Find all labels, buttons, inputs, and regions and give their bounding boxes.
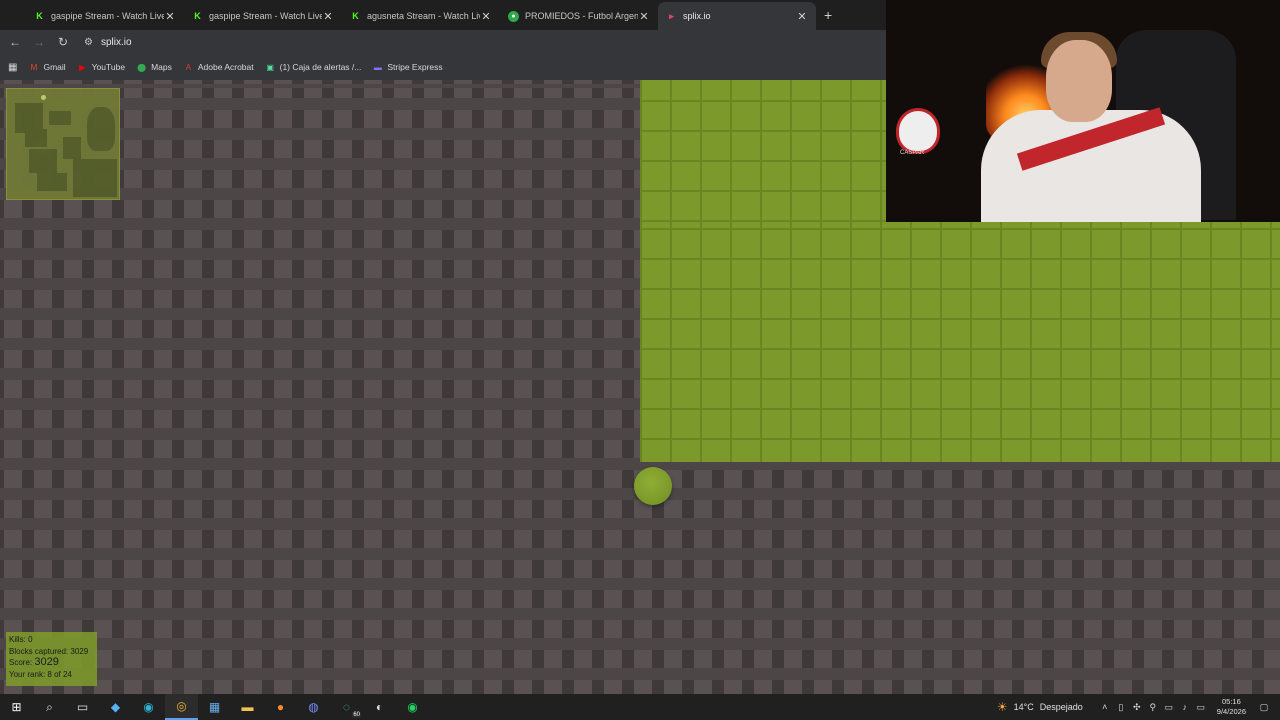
microphone-icon[interactable]: ⚲ (1145, 702, 1161, 713)
bookmark-stripe[interactable]: ▬ Stripe Express (373, 62, 443, 72)
browser-toolbar: ← → ↻ ⚙ splix.io (0, 30, 886, 54)
file-explorer-icon[interactable]: ▬ (231, 694, 264, 720)
bookmarks-bar: ▦ M Gmail ▶ YouTube ⬤ Maps A Adobe Acrob… (0, 54, 886, 80)
display-icon[interactable]: ▭ (1193, 702, 1209, 713)
player-territory (640, 80, 886, 222)
close-icon[interactable]: ✕ (322, 10, 334, 23)
tab-gaspipe-2[interactable]: K gaspipe Stream - Watch Live on ✕ (184, 2, 342, 30)
tab-agusneta[interactable]: K agusneta Stream - Watch Live o ✕ (342, 2, 500, 30)
player-blob (634, 467, 672, 505)
rank-value: 8 of 24 (47, 669, 72, 679)
weather-widget[interactable]: ☀ 14°C Despejado (997, 700, 1083, 714)
task-view-icon[interactable]: ▭ (66, 694, 99, 720)
youtube-icon: ▶ (79, 62, 86, 72)
score-value: 3029 (34, 656, 59, 668)
store-icon[interactable]: ▦ (198, 694, 231, 720)
tab-title: agusneta Stream - Watch Live o (367, 11, 480, 21)
close-icon[interactable]: ✕ (796, 10, 808, 23)
tab-gaspipe-1[interactable]: K gaspipe Stream - Watch Live on ✕ (26, 2, 184, 30)
badge-text: CASPAR (900, 150, 925, 156)
kick-icon: K (194, 11, 201, 21)
chrome-icon[interactable]: ◎ (165, 694, 198, 720)
battery-icon[interactable]: ▭ (1161, 702, 1177, 713)
screen: K gaspipe Stream - Watch Live on ✕ K gas… (0, 0, 1280, 720)
chevron-up-icon[interactable]: ˄ (1097, 702, 1113, 712)
streamer-face (1046, 40, 1112, 122)
close-icon[interactable]: ✕ (480, 10, 492, 23)
bookmark-gmail[interactable]: M Gmail (29, 62, 66, 72)
close-icon[interactable]: ✕ (164, 10, 176, 23)
clock[interactable]: 05:16 9/4/2026 (1217, 697, 1246, 717)
copilot-icon[interactable]: ◆ (99, 694, 132, 720)
back-button[interactable]: ← (6, 33, 24, 51)
tab-title: PROMIEDOS - Futbol Argentino (525, 11, 638, 21)
rank-row: Your rank: 8 of 24 (9, 669, 72, 679)
acrobat-icon: A (185, 62, 192, 72)
minimap (6, 88, 120, 200)
player-territory (640, 222, 1280, 462)
address-text: splix.io (100, 36, 132, 48)
bookmark-label: YouTube (91, 62, 126, 72)
obs-icon[interactable]: ◐ (363, 694, 396, 720)
minimap-player-dot (41, 95, 46, 100)
system-tray: ☀ 14°C Despejado ˄ ▯ ✣ ⚲ ▭ ♪ ▭ 05:16 9/4… (997, 694, 1280, 720)
score-row: Score: 3029 (9, 656, 59, 668)
tab-title: splix.io (683, 11, 711, 21)
webcam-overlay: CASPAR (886, 0, 1280, 222)
tab-splix[interactable]: ▸ splix.io ✕ (658, 2, 816, 30)
weather-sun-icon: ☀ (996, 700, 1008, 714)
maps-icon: ⬤ (137, 62, 147, 72)
alerts-icon: ▣ (266, 62, 274, 72)
edge-icon[interactable]: ◉ (132, 694, 165, 720)
stats-panel: Kills: 0 Blocks captured: 3029 Score: 30… (6, 632, 97, 686)
weather-temp: 14°C (1013, 702, 1034, 712)
spotify-icon[interactable]: ◉ (396, 694, 429, 720)
splix-icon: ▸ (669, 10, 674, 21)
apps-icon[interactable]: ▦ (8, 62, 17, 73)
notifications-icon[interactable]: ▢ (1256, 702, 1272, 713)
blocks-value: 3029 (70, 646, 89, 656)
club-crest-icon (896, 108, 940, 154)
tab-promiedos[interactable]: ● PROMIEDOS - Futbol Argentino ✕ (500, 2, 658, 30)
stripe-icon: ▬ (373, 62, 382, 72)
search-icon[interactable]: ⌕ (33, 694, 66, 720)
bookmark-label: Adobe Acrobat (197, 62, 254, 72)
windows-start-icon[interactable]: ⊞ (0, 694, 33, 720)
volume-icon[interactable]: ♪ (1177, 702, 1193, 712)
site-info-icon[interactable]: ⚙ (84, 37, 93, 48)
kills-value: 0 (28, 635, 33, 644)
bookmark-maps[interactable]: ⬤ Maps (137, 62, 172, 72)
gmail-icon: M (30, 62, 38, 72)
clock-date: 9/4/2026 (1216, 707, 1246, 716)
network-icon[interactable]: ✣ (1129, 702, 1145, 713)
bookmark-label: (1) Caja de alertas /... (279, 62, 362, 72)
bookmark-alerts[interactable]: ▣ (1) Caja de alertas /... (266, 62, 362, 72)
kick-icon: K (36, 11, 43, 21)
whatsapp-icon[interactable]: ◌ 60 (330, 694, 363, 720)
forward-button[interactable]: → (30, 33, 48, 51)
discord-icon[interactable]: ◍ (297, 694, 330, 720)
streamer-shirt (981, 110, 1201, 222)
new-tab-button[interactable]: + (824, 7, 832, 23)
bookmark-label: Maps (151, 62, 172, 72)
clock-time: 05:16 (1222, 697, 1241, 706)
whatsapp-badge: 60 (352, 712, 361, 718)
tab-title: gaspipe Stream - Watch Live on (51, 11, 164, 21)
firefox-icon[interactable]: ● (264, 694, 297, 720)
close-icon[interactable]: ✕ (638, 10, 650, 23)
kills-row: Kills: 0 (9, 635, 33, 644)
taskbar: ⊞ ⌕ ▭ ◆ ◉ ◎ ▦ ▬ ● ◍ ◌ 60 ◐ ◉ ☀ 14°C Despe… (0, 694, 1280, 720)
address-bar[interactable]: ⚙ splix.io (78, 32, 878, 52)
device-icon[interactable]: ▯ (1113, 702, 1129, 713)
bookmark-label: Stripe Express (387, 62, 443, 72)
reload-button[interactable]: ↻ (54, 33, 72, 51)
bookmark-label: Gmail (43, 62, 66, 72)
tab-title: gaspipe Stream - Watch Live on (209, 11, 322, 21)
weather-text: Despejado (1039, 702, 1083, 712)
kick-icon: K (352, 11, 359, 21)
bookmark-acrobat[interactable]: A Adobe Acrobat (184, 62, 254, 72)
bookmark-youtube[interactable]: ▶ YouTube (78, 62, 125, 72)
promiedos-icon: ● (508, 10, 519, 22)
